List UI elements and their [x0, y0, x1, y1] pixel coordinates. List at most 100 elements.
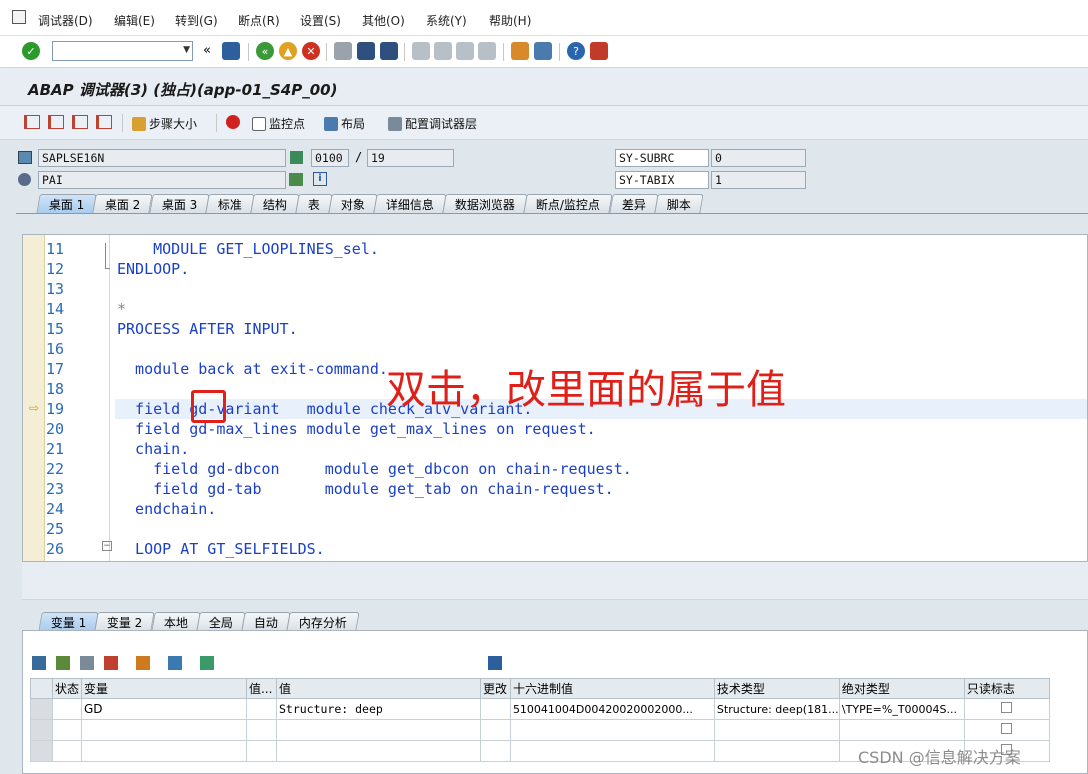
col-hex[interactable]: 十六进制值	[509, 678, 715, 699]
tab-local[interactable]: 本地	[151, 612, 201, 631]
code-line[interactable]: LOOP AT GT_SELFIELDS.	[117, 540, 325, 558]
cell-variable[interactable]	[81, 740, 247, 762]
tab-standard[interactable]: 标准	[205, 194, 256, 213]
menu-other[interactable]: 其他(O)	[362, 12, 405, 29]
tab-table[interactable]: 表	[295, 194, 334, 213]
code-line[interactable]: ENDLOOP.	[117, 260, 189, 278]
watchpoint-button[interactable]: 监控点	[252, 115, 305, 132]
code-line[interactable]: field gd-dbcon module get_dbcon on chain…	[117, 460, 632, 478]
code-line[interactable]: PROCESS AFTER INPUT.	[117, 320, 298, 338]
tab-breakpoints[interactable]: 断点/监控点	[523, 194, 614, 213]
menu-icon[interactable]	[12, 10, 26, 24]
delete-icon[interactable]	[32, 656, 46, 670]
single-step-icon[interactable]	[24, 115, 40, 129]
col-readonly[interactable]: 只读标志	[963, 678, 1051, 699]
tab-desktop-3[interactable]: 桌面 3	[149, 194, 211, 213]
code-line[interactable]: field gd-max_lines module get_max_lines …	[117, 420, 596, 438]
cell-variable[interactable]	[81, 719, 247, 741]
transfer-icon[interactable]	[168, 656, 182, 670]
tab-details[interactable]: 详细信息	[373, 194, 448, 213]
col-status[interactable]: 状态	[51, 678, 83, 699]
help-icon[interactable]: ?	[567, 42, 585, 60]
menu-settings[interactable]: 设置(S)	[300, 12, 341, 29]
cell-value[interactable]: Structure: deep	[275, 698, 481, 720]
row-selector[interactable]	[30, 719, 53, 741]
tab-variables-1[interactable]: 变量 1	[38, 612, 100, 631]
cancel-icon[interactable]: ✕	[302, 42, 320, 60]
select-all-cell[interactable]	[30, 678, 53, 699]
save-icon[interactable]	[488, 656, 502, 670]
menu-system[interactable]: 系统(Y)	[426, 12, 467, 29]
command-field[interactable]: ▼	[52, 41, 193, 61]
cell-variable[interactable]: GD	[81, 698, 247, 720]
first-page-icon[interactable]	[412, 42, 430, 60]
save-icon[interactable]	[222, 42, 240, 60]
next-page-icon[interactable]	[456, 42, 474, 60]
tab-script[interactable]: 脚本	[653, 194, 704, 213]
code-line[interactable]: *	[117, 300, 126, 318]
col-value[interactable]: 值	[275, 678, 481, 699]
readonly-checkbox[interactable]	[1001, 702, 1013, 713]
chevron-down-icon[interactable]: ▼	[183, 45, 190, 55]
menu-breakpoints[interactable]: 断点(R)	[238, 12, 280, 29]
col-change[interactable]: 更改	[479, 678, 511, 699]
code-line[interactable]: chain.	[117, 440, 189, 458]
configure-layer-button[interactable]: 配置调试器层	[388, 115, 477, 132]
collapse-icon[interactable]: «	[203, 43, 211, 58]
filter-icon[interactable]	[200, 656, 214, 670]
code-line[interactable]: MODULE GET_LOOPLINES_sel.	[117, 240, 379, 258]
tree-icon[interactable]	[136, 656, 150, 670]
layout-button[interactable]: 布局	[324, 115, 365, 132]
screen-icon[interactable]	[290, 151, 303, 164]
row-selector[interactable]	[30, 698, 53, 720]
execute-icon[interactable]	[48, 115, 64, 129]
back-icon[interactable]: «	[256, 42, 274, 60]
col-variable[interactable]: 变量	[81, 678, 247, 699]
menu-edit[interactable]: 编辑(E)	[114, 12, 155, 29]
prev-page-icon[interactable]	[434, 42, 452, 60]
return-icon[interactable]	[72, 115, 88, 129]
table-row[interactable]	[30, 719, 1051, 741]
code-line[interactable]: field gd-tab module get_tab on chain-req…	[117, 480, 614, 498]
tab-structure[interactable]: 结构	[250, 194, 301, 213]
cell-readonly[interactable]	[963, 698, 1051, 720]
menu-help[interactable]: 帮助(H)	[489, 12, 531, 29]
new-session-icon[interactable]	[511, 42, 529, 60]
fold-icon[interactable]: −	[102, 541, 112, 551]
code-line[interactable]: module back at exit-command.	[117, 360, 388, 378]
tab-auto[interactable]: 自动	[241, 612, 291, 631]
continue-icon[interactable]	[96, 115, 112, 129]
tab-global[interactable]: 全局	[196, 612, 246, 631]
clear-icon[interactable]	[104, 656, 118, 670]
tab-memory-analysis[interactable]: 内存分析	[286, 612, 360, 631]
export-icon[interactable]	[56, 656, 70, 670]
tab-desktop-1[interactable]: 桌面 1	[36, 194, 98, 213]
tab-variables-2[interactable]: 变量 2	[94, 612, 156, 631]
table-row[interactable]: GD Structure: deep 510041004D00420020002…	[30, 698, 1051, 720]
readonly-checkbox[interactable]	[1001, 723, 1013, 734]
layout-icon[interactable]	[590, 42, 608, 60]
menu-debugger[interactable]: 调试器(D)	[38, 12, 93, 29]
import-icon[interactable]	[80, 656, 94, 670]
menu-goto[interactable]: 转到(G)	[175, 12, 218, 29]
tab-object[interactable]: 对象	[328, 194, 379, 213]
enter-icon[interactable]: ✓	[22, 42, 40, 60]
tab-data-browser[interactable]: 数据浏览器	[442, 194, 529, 213]
col-value-short[interactable]: 值...	[245, 678, 277, 699]
step-size-button[interactable]: 步骤大小	[132, 115, 197, 132]
col-tech-type[interactable]: 技术类型	[713, 678, 840, 699]
tab-diff[interactable]: 差异	[608, 194, 659, 213]
panel-splitter[interactable]	[22, 562, 1088, 600]
code-line[interactable]: endchain.	[117, 500, 216, 518]
print-icon[interactable]	[334, 42, 352, 60]
stop-button[interactable]	[226, 115, 240, 129]
row-selector[interactable]	[30, 740, 53, 762]
tab-desktop-2[interactable]: 桌面 2	[92, 194, 154, 213]
info-icon[interactable]: i	[313, 172, 327, 186]
navigate-icon[interactable]	[289, 173, 303, 186]
exit-icon[interactable]: ▲	[279, 42, 297, 60]
last-page-icon[interactable]	[478, 42, 496, 60]
col-abs-type[interactable]: 绝对类型	[838, 678, 965, 699]
find-next-icon[interactable]	[380, 42, 398, 60]
shortcut-icon[interactable]	[534, 42, 552, 60]
